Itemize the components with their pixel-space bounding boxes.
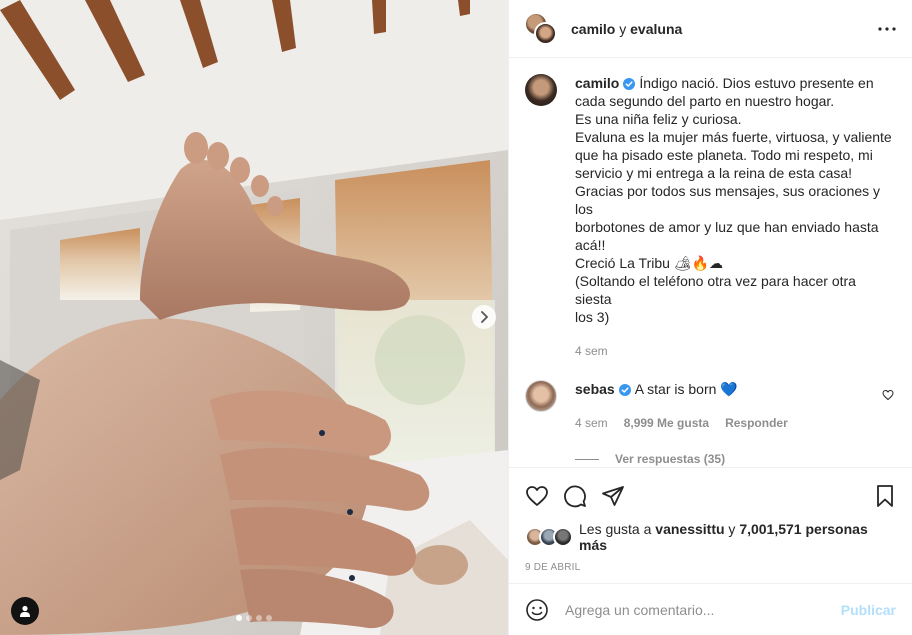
replies-divider	[575, 458, 599, 460]
likes-connector: y	[728, 521, 736, 537]
smiley-icon	[526, 598, 548, 621]
likes-summary: Les gusta a vanessittu y 7,001,571 perso…	[525, 521, 896, 553]
post-actions: Les gusta a vanessittu y 7,001,571 perso…	[509, 467, 912, 583]
comment-username[interactable]: sebas	[575, 381, 615, 397]
caption-text: (Soltando el teléfono otra vez para hace…	[575, 273, 856, 307]
like-button[interactable]	[525, 484, 549, 508]
avatar[interactable]	[525, 74, 557, 106]
caption-text: Es una niña feliz y curiosa.	[575, 111, 742, 127]
avatar[interactable]	[525, 380, 557, 412]
heart-icon	[526, 486, 548, 506]
caption-text: Índigo nació. Dios estuvo presente en	[639, 75, 874, 91]
view-replies-label: Ver respuestas (35)	[615, 452, 726, 466]
more-options-button[interactable]	[878, 26, 896, 31]
chevron-right-icon	[481, 311, 488, 323]
tagged-users-button[interactable]	[11, 597, 39, 625]
caption-text: Evaluna es la mujer más fuerte, virtuosa…	[575, 129, 892, 145]
post-authors: camilo y evaluna	[571, 21, 878, 37]
verified-badge-icon	[618, 384, 631, 396]
likes-text: Les gusta a vanessittu y 7,001,571 perso…	[579, 521, 896, 553]
carousel-dot	[256, 615, 262, 621]
carousel-dot	[246, 615, 252, 621]
action-icons	[525, 482, 896, 510]
collab-avatars[interactable]	[525, 12, 557, 45]
heart-outline-icon	[882, 389, 894, 401]
publish-button[interactable]: Publicar	[841, 602, 896, 618]
avatar	[534, 21, 557, 45]
comment-bubble-icon	[564, 485, 586, 508]
post-photo	[0, 0, 508, 635]
bookmark-icon	[877, 485, 893, 507]
user-icon	[20, 605, 30, 617]
comments-area[interactable]: camilo Índigo nació. Dios estuvo presente…	[509, 58, 912, 467]
carousel-dot	[236, 615, 242, 621]
caption-timestamp[interactable]: 4 sem	[575, 342, 608, 360]
verified-badge-icon	[623, 78, 636, 90]
carousel-dot	[266, 615, 272, 621]
post-caption: camilo Índigo nació. Dios estuvo presente…	[525, 74, 896, 360]
liker-username[interactable]: vanessittu	[655, 521, 724, 537]
caption-text: cada segundo del parto en nuestro hogar.	[575, 93, 835, 109]
author-link[interactable]: evaluna	[630, 21, 682, 37]
comment-input[interactable]	[565, 601, 841, 618]
comment-likes[interactable]: 8,999 Me gusta	[624, 414, 709, 432]
comment-item: sebas A star is born 💙 4 sem 8,999 Me gus…	[525, 380, 896, 432]
caption-text: Creció La Tribu 🏕🔥☁	[575, 255, 724, 271]
instagram-post: camilo y evaluna camilo Índigo nació. Dio…	[0, 0, 912, 635]
caption-username[interactable]: camilo	[575, 75, 619, 91]
reply-button[interactable]: Responder	[725, 414, 788, 432]
caption-text: borbotones de amor y luz que han enviado…	[575, 219, 879, 235]
authors-conjunction: y	[619, 20, 627, 37]
emoji-button[interactable]	[525, 598, 549, 622]
post-side-panel: camilo y evaluna camilo Índigo nació. Dio…	[508, 0, 912, 635]
avatar	[553, 527, 573, 547]
share-button[interactable]	[601, 484, 625, 508]
add-comment-bar: Publicar	[509, 583, 912, 635]
caption-text: servicio y mi entrega a la reina de esta…	[575, 165, 853, 181]
more-horizontal-icon	[878, 26, 896, 31]
comment-like-button[interactable]	[882, 389, 894, 404]
caption-text: que ha pisado este planeta. Todo mi resp…	[575, 147, 873, 163]
comment-timestamp[interactable]: 4 sem	[575, 414, 608, 432]
likes-prefix: Les gusta a	[579, 521, 652, 537]
comment-button[interactable]	[563, 484, 587, 508]
caption-text: los 3)	[575, 309, 610, 325]
post-date[interactable]: 9 DE ABRIL	[525, 562, 896, 573]
author-link[interactable]: camilo	[571, 21, 615, 37]
view-replies-button[interactable]: Ver respuestas (35)	[575, 452, 896, 466]
carousel-indicator	[0, 615, 508, 621]
caption-text: acá!!	[575, 237, 606, 253]
carousel-next-button[interactable]	[472, 305, 496, 329]
save-button[interactable]	[874, 484, 896, 508]
comment-text: A star is born 💙	[634, 381, 738, 397]
post-media[interactable]	[0, 0, 508, 635]
caption-text: Gracias por todos sus mensajes, sus orac…	[575, 183, 881, 217]
comment-meta: 4 sem 8,999 Me gusta Responder	[575, 414, 896, 432]
post-header: camilo y evaluna	[509, 0, 912, 58]
paper-plane-icon	[602, 486, 624, 506]
liker-avatars	[525, 527, 573, 547]
caption-meta: 4 sem	[575, 342, 896, 360]
